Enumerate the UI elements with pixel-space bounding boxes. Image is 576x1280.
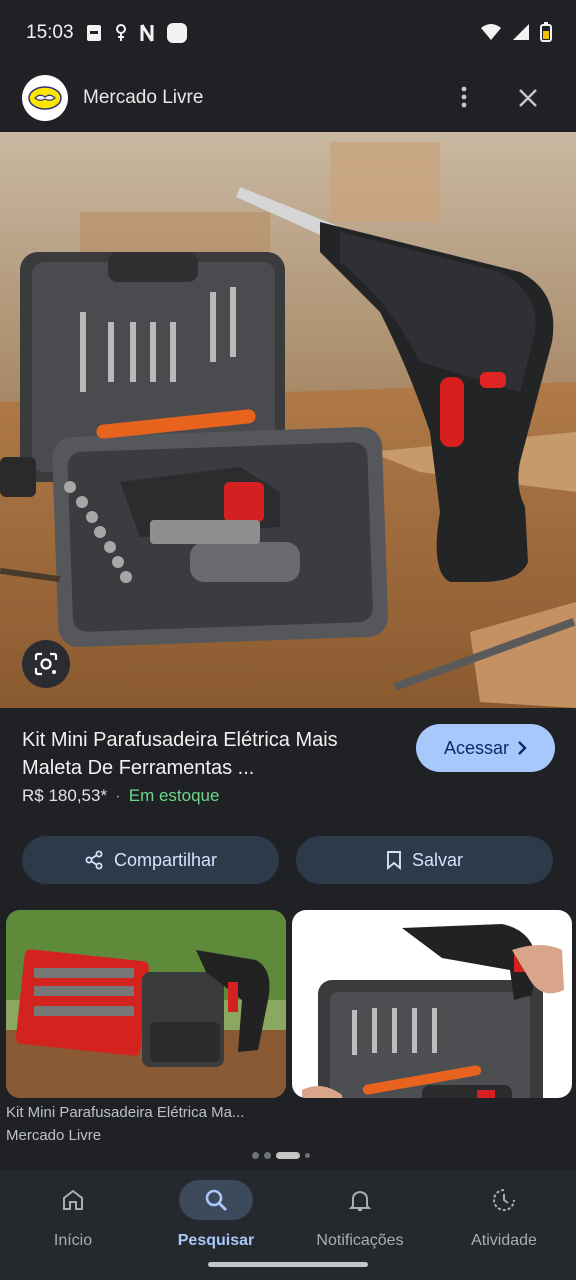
- stock-status: Em estoque: [128, 786, 220, 805]
- more-vert-icon: [461, 86, 467, 108]
- wifi-icon: [481, 24, 501, 40]
- home-indicator[interactable]: [208, 1262, 368, 1267]
- carousel-dot: [264, 1152, 271, 1159]
- related-result-source: Mercado Livre: [6, 1127, 102, 1140]
- carousel-dot-active: [276, 1152, 300, 1159]
- search-icon: [205, 1189, 227, 1211]
- visit-button[interactable]: Acessar: [416, 724, 555, 772]
- close-icon: [519, 89, 537, 107]
- share-button[interactable]: Compartilhar: [22, 836, 279, 884]
- nav-activity-label: Atividade: [471, 1232, 537, 1249]
- save-button-label: Salvar: [411, 849, 464, 870]
- activity-icon: [493, 1189, 515, 1211]
- nav-home[interactable]: Início: [8, 1180, 138, 1256]
- carousel-dot: [252, 1152, 259, 1159]
- price: R$ 180,53*: [22, 786, 108, 805]
- bookmark-icon: [387, 851, 401, 870]
- visit-button-label: Acessar: [443, 737, 510, 758]
- nav-activity[interactable]: Atividade: [439, 1180, 569, 1256]
- netflix-notification-icon: [140, 24, 154, 42]
- share-button-label: Compartilhar: [113, 849, 218, 870]
- signal-icon: [513, 24, 529, 40]
- status-bar: 15:03: [0, 0, 576, 66]
- product-title: Kit Mini Parafusadeira Elétrica Mais Mal…: [22, 726, 402, 782]
- share-icon: [85, 850, 103, 870]
- site-name: Mercado Livre: [83, 87, 204, 108]
- lens-icon: [34, 652, 58, 676]
- related-result-card[interactable]: Kit Mini Parafusadeira Elétrica Ma... Me…: [6, 910, 286, 1140]
- app-notification-icon: [116, 24, 126, 41]
- nav-notifications-label: Notificações: [316, 1232, 404, 1249]
- pdf-notification-icon: [87, 25, 101, 41]
- notification-icons: [86, 22, 188, 44]
- product-image[interactable]: [0, 132, 576, 708]
- related-result-image: [292, 910, 572, 1098]
- related-result-image: [6, 910, 286, 1098]
- nav-search[interactable]: Pesquisar: [151, 1180, 281, 1256]
- product-photo: [0, 132, 576, 708]
- separator: ·: [115, 786, 121, 805]
- more-options-button[interactable]: [451, 84, 477, 110]
- product-title-line2: Maleta De Ferramentas ...: [22, 757, 255, 779]
- nav-home-label: Início: [53, 1232, 93, 1249]
- system-icons: [480, 22, 552, 42]
- related-result-title: Kit Mini Parafusadeira Elétrica Ma...: [6, 1104, 245, 1121]
- chevron-right-icon: [518, 741, 527, 755]
- related-result-card[interactable]: [292, 910, 572, 1140]
- app-square-notification-icon: [167, 23, 187, 43]
- save-button[interactable]: Salvar: [296, 836, 553, 884]
- mercado-livre-logo: [22, 75, 68, 121]
- google-lens-button[interactable]: [22, 640, 70, 688]
- battery-icon: [540, 22, 552, 42]
- product-title-line1: Kit Mini Parafusadeira Elétrica Mais: [22, 729, 338, 751]
- price-row: R$ 180,53* · Em estoque: [22, 786, 219, 806]
- bell-icon: [348, 1190, 372, 1211]
- carousel-indicator: [252, 1152, 310, 1159]
- status-time: 15:03: [26, 22, 74, 43]
- close-button[interactable]: [514, 84, 542, 112]
- nav-notifications[interactable]: Notificações: [295, 1180, 425, 1256]
- carousel-dot: [305, 1153, 310, 1158]
- home-icon: [63, 1189, 83, 1210]
- site-header: Mercado Livre: [0, 66, 576, 132]
- nav-search-label: Pesquisar: [177, 1232, 255, 1249]
